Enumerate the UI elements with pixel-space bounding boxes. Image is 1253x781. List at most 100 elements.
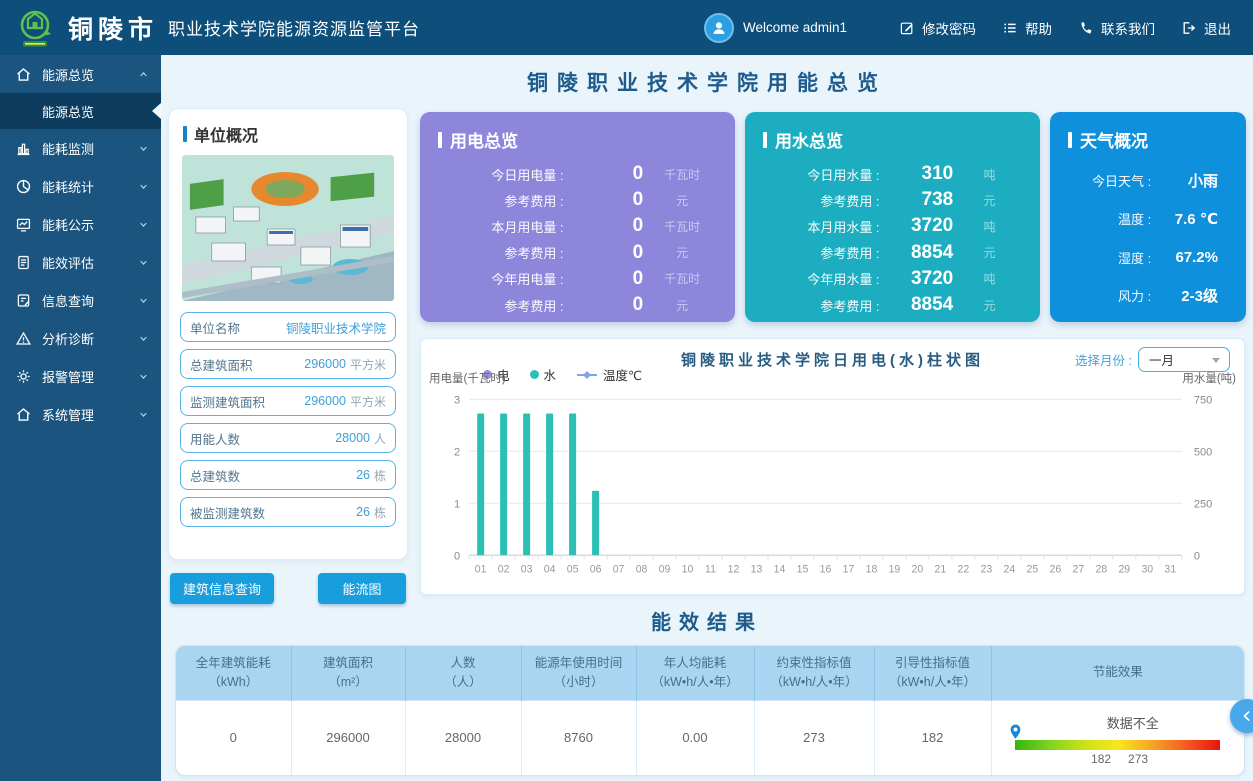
sidebar-item-能耗公示[interactable]: 能耗公示 xyxy=(0,205,161,243)
svg-text:09: 09 xyxy=(659,564,671,576)
active-item-notch xyxy=(152,103,161,119)
page-title: 铜陵职业技术学院用能总览 xyxy=(161,67,1253,97)
saving-status: 数据不全 xyxy=(1015,713,1220,732)
svg-text:13: 13 xyxy=(751,564,763,576)
header-action-联系我们[interactable]: 联系我们 xyxy=(1078,18,1155,38)
svg-text:26: 26 xyxy=(1049,564,1061,576)
unit-field-用能人数: 用能人数28000人 xyxy=(180,423,396,453)
sidebar-item-能效评估[interactable]: 能效评估 xyxy=(0,243,161,281)
sidebar-item-label: 报警管理 xyxy=(42,367,128,386)
title-bar-accent xyxy=(763,132,767,148)
unit-field-被监测建筑数: 被监测建筑数26栋 xyxy=(180,497,396,527)
stat-row: 参考费用 :738元 xyxy=(763,187,1022,213)
stat-row: 参考费用 :8854元 xyxy=(763,292,1022,318)
chevron-down-icon xyxy=(138,143,149,154)
brand: 铜陵市 职业技术学院能源资源监管平台 xyxy=(14,7,420,49)
result-col-能源年使用时间: 能源年使用时间（小时） xyxy=(521,646,636,700)
svg-text:3: 3 xyxy=(454,394,460,406)
header-action-修改密码[interactable]: 修改密码 xyxy=(899,18,976,38)
result-col-引导性指标值: 引导性指标值（kW•h/人•年） xyxy=(874,646,991,700)
stat-row: 湿度 :67.2% xyxy=(1068,238,1228,277)
panel-title: 用电总览 xyxy=(438,127,717,152)
home-icon xyxy=(15,406,32,423)
sidebar-item-报警管理[interactable]: 报警管理 xyxy=(0,357,161,395)
campus-image xyxy=(182,155,394,301)
svg-text:17: 17 xyxy=(843,564,855,576)
app-header: 铜陵市 职业技术学院能源资源监管平台 Welcome admin1 修改密码 帮助… xyxy=(0,0,1253,55)
header-action-帮助[interactable]: 帮助 xyxy=(1002,18,1052,38)
svg-text:12: 12 xyxy=(728,564,740,576)
svg-text:22: 22 xyxy=(958,564,970,576)
sidebar-item-信息查询[interactable]: 信息查询 xyxy=(0,281,161,319)
welcome-text: Welcome admin1 xyxy=(743,20,847,35)
svg-text:04: 04 xyxy=(544,564,556,576)
sidebar-item-能耗统计[interactable]: 能耗统计 xyxy=(0,167,161,205)
svg-text:08: 08 xyxy=(636,564,648,576)
building-info-button[interactable]: 建筑信息查询 xyxy=(170,573,274,604)
saving-effect-cell: 数据不全182273 xyxy=(991,700,1244,775)
header-action-label: 修改密码 xyxy=(922,18,976,38)
document-icon xyxy=(15,254,32,271)
legend-item-温度℃[interactable]: 温度℃ xyxy=(576,365,642,384)
sidebar-item-分析诊断[interactable]: 分析诊断 xyxy=(0,319,161,357)
user-avatar-icon[interactable] xyxy=(704,13,734,43)
unit-field-总建筑数: 总建筑数26栋 xyxy=(180,460,396,490)
title-bar-accent xyxy=(1068,132,1072,148)
chart-plot: 0123025050075001020304050607080910111213… xyxy=(427,387,1238,588)
main-content: 铜陵职业技术学院用能总览 单位概况 xyxy=(161,55,1253,781)
month-select[interactable]: 一月 xyxy=(1138,347,1230,372)
monitor-chart-icon xyxy=(15,216,32,233)
result-col-人数: 人数（人） xyxy=(405,646,521,700)
app-window: 铜陵市 职业技术学院能源资源监管平台 Welcome admin1 修改密码 帮助… xyxy=(0,0,1253,781)
stat-row: 今日天气 :小雨 xyxy=(1068,161,1228,200)
sidebar-subitem-能源总览[interactable]: 能源总览 xyxy=(0,93,161,129)
legend-item-水[interactable]: 水 xyxy=(530,365,557,384)
unit-panel: 单位概况 xyxy=(168,108,408,560)
saving-gradient-bar xyxy=(1015,740,1220,750)
chevron-down-icon xyxy=(138,295,149,306)
unit-field-单位名称: 单位名称铜陵职业技术学院 xyxy=(180,312,396,342)
home-icon xyxy=(15,66,32,83)
form-icon xyxy=(15,292,32,309)
brand-subtitle: 职业技术学院能源资源监管平台 xyxy=(168,15,420,40)
chevron-down-icon xyxy=(138,371,149,382)
result-section-title: 能效结果 xyxy=(161,606,1253,635)
result-cell: 28000 xyxy=(405,700,521,775)
sidebar-item-label: 系统管理 xyxy=(42,405,128,424)
welcome-area: Welcome admin1 xyxy=(704,13,847,43)
chevron-down-icon xyxy=(1212,358,1220,363)
result-col-全年建筑能耗: 全年建筑能耗（kWh） xyxy=(176,646,291,700)
bar-水-01 xyxy=(477,413,484,555)
svg-text:03: 03 xyxy=(521,564,533,576)
panel-title: 用水总览 xyxy=(763,127,1022,152)
svg-text:29: 29 xyxy=(1118,564,1130,576)
energy-flow-button[interactable]: 能流图 xyxy=(318,573,406,604)
chart-legend: 电水温度℃ xyxy=(483,365,642,384)
svg-text:18: 18 xyxy=(866,564,878,576)
sidebar-item-系统管理[interactable]: 系统管理 xyxy=(0,395,161,433)
svg-text:28: 28 xyxy=(1095,564,1107,576)
sidebar-item-能源总览[interactable]: 能源总览 xyxy=(0,55,161,93)
svg-text:500: 500 xyxy=(1194,446,1212,458)
svg-text:19: 19 xyxy=(889,564,901,576)
result-cell: 0.00 xyxy=(636,700,754,775)
header-action-退出[interactable]: 退出 xyxy=(1181,18,1231,38)
unit-panel-title: 单位概况 xyxy=(183,122,393,146)
sidebar-item-label: 分析诊断 xyxy=(42,329,128,348)
result-cell: 0 xyxy=(176,700,291,775)
header-action-label: 帮助 xyxy=(1025,18,1052,38)
line-marker-icon xyxy=(576,370,598,380)
stat-row: 今年用水量 :3720吨 xyxy=(763,266,1022,292)
result-cell: 182 xyxy=(874,700,991,775)
svg-text:0: 0 xyxy=(1194,550,1200,562)
svg-text:2: 2 xyxy=(454,446,460,458)
result-table: 全年建筑能耗（kWh）建筑面积（m²）人数（人）能源年使用时间（小时）年人均能耗… xyxy=(176,646,1244,775)
warning-icon xyxy=(15,330,32,347)
list-icon xyxy=(1002,20,1018,36)
stat-row: 参考费用 :8854元 xyxy=(763,240,1022,266)
svg-text:0: 0 xyxy=(454,550,460,562)
unit-field-监测建筑面积: 监测建筑面积296000平方米 xyxy=(180,386,396,416)
panel-title: 天气概况 xyxy=(1068,127,1228,152)
sidebar-item-能耗监测[interactable]: 能耗监测 xyxy=(0,129,161,167)
svg-text:14: 14 xyxy=(774,564,786,576)
